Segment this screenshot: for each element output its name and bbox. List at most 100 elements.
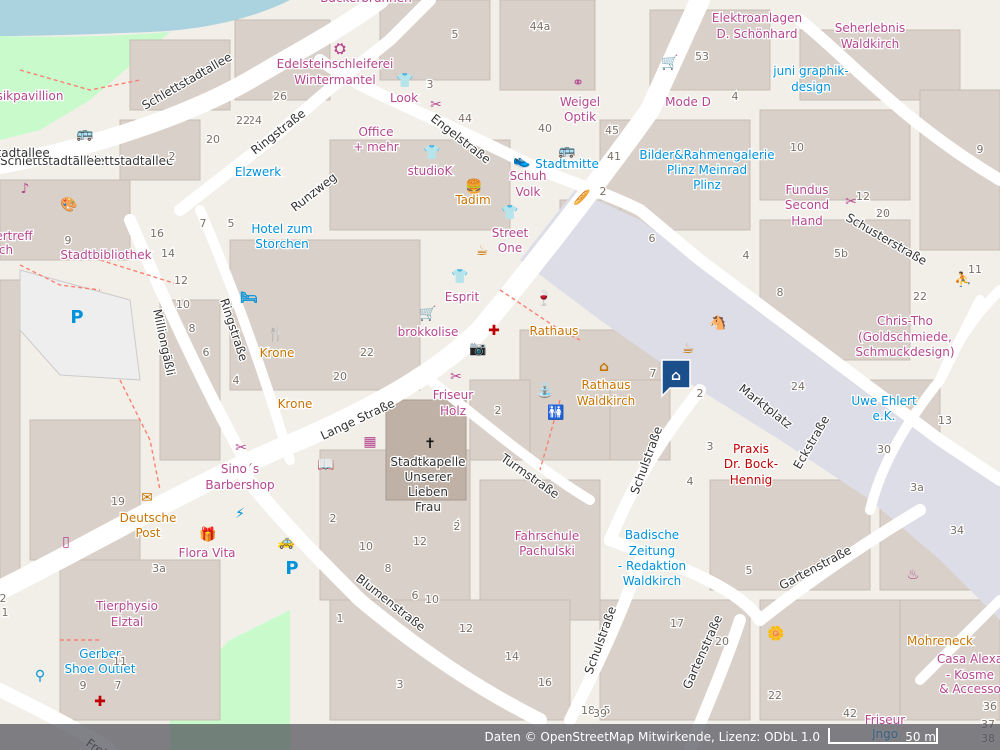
svg-text:✂: ✂: [235, 440, 247, 456]
post-box-icon[interactable]: ⚲: [35, 668, 45, 684]
house-number: 39: [593, 707, 607, 720]
furniture-icon[interactable]: ✂: [845, 194, 857, 210]
house-number: 1: [337, 612, 344, 625]
bakery-icon[interactable]: 🥖: [573, 189, 590, 206]
newspaper-icon[interactable]: ▦: [363, 434, 376, 450]
poi-label: Friseur: [433, 388, 474, 402]
poi-label: - Kosme: [946, 668, 994, 682]
svg-text:🛒: 🛒: [419, 305, 436, 322]
svg-text:🐴: 🐴: [709, 314, 726, 331]
drinking-water-icon[interactable]: ⛲: [536, 382, 553, 399]
poi-label: Hotel zum: [251, 222, 312, 236]
poi-label: studioK: [408, 164, 454, 178]
fire-icon[interactable]: ♨: [907, 567, 920, 583]
hospital-icon[interactable]: ✚: [94, 694, 106, 710]
playground-icon[interactable]: ⛹: [954, 270, 971, 288]
house-number: 4: [743, 249, 750, 262]
house-number: 45: [605, 124, 619, 137]
charging-icon[interactable]: ⚡: [235, 506, 245, 522]
house-number: 14: [505, 650, 519, 663]
poi-label: Look: [390, 91, 418, 105]
poi-label: - Redaktion: [618, 559, 686, 573]
poi-label: Mohreneck: [907, 634, 973, 648]
cafe-icon[interactable]: ☕: [682, 341, 695, 357]
jewelry-icon[interactable]: ⛭: [334, 41, 346, 57]
clothes-icon[interactable]: 👕: [451, 269, 468, 285]
poi-label: Krone: [278, 397, 313, 411]
poi-label: Mode D: [665, 95, 711, 109]
poi-label: Bilder&Rahmengalerie: [639, 148, 774, 162]
poi-label: Elektroanlagen: [712, 11, 802, 25]
post-office-icon[interactable]: ✉: [141, 490, 153, 506]
clothes-icon[interactable]: 👕: [501, 205, 518, 221]
svg-text:🚻: 🚻: [547, 404, 564, 421]
cafe-icon[interactable]: ☕: [476, 243, 489, 259]
house-number: 9: [80, 679, 87, 692]
house-number: 2: [697, 387, 704, 400]
house-number: 10: [425, 593, 439, 606]
hairdresser-icon[interactable]: ✂: [430, 97, 442, 113]
shopping-cart-icon[interactable]: 🛒: [661, 54, 678, 71]
picnic-icon[interactable]: 🍷: [535, 290, 552, 307]
attribution-text[interactable]: Daten © OpenStreetMap Mitwirkende, Lizen…: [484, 730, 820, 744]
bus-stop-icon[interactable]: 🚌: [76, 126, 94, 142]
house-number: 53: [695, 50, 709, 63]
map-canvas[interactable]: Schlettstadtallee Schlettstadtallee Schlet…: [0, 0, 1000, 750]
mobile-phone-icon[interactable]: ▯: [62, 534, 70, 550]
home-marker-icon[interactable]: ⌂: [661, 359, 691, 398]
parking-icon[interactable]: P: [285, 558, 298, 579]
house-number: 22: [236, 114, 250, 127]
house-number: 3a: [152, 562, 166, 575]
shopping-cart-icon[interactable]: 🛒: [419, 305, 436, 322]
restaurant-icon[interactable]: 🍴: [267, 326, 284, 343]
clothes-icon[interactable]: 👕: [423, 145, 440, 161]
pharmacy-icon[interactable]: ✚: [488, 323, 500, 339]
toilets-icon[interactable]: 🚻: [547, 404, 564, 421]
attribution-bar: Daten © OpenStreetMap Mitwirkende, Lizen…: [0, 724, 1000, 750]
house-number: 4: [687, 475, 694, 488]
taxi-icon[interactable]: 🚕: [277, 534, 294, 550]
svg-text:🛏: 🛏: [240, 290, 258, 306]
gift-icon[interactable]: 🎁: [199, 526, 216, 543]
bus-stop-icon[interactable]: 🚌: [558, 143, 576, 159]
poi-label: + mehr: [353, 140, 399, 154]
svg-text:P: P: [70, 307, 83, 328]
arts-icon[interactable]: 🎨: [60, 195, 77, 213]
church-icon[interactable]: ✝: [424, 436, 436, 452]
parking-icon[interactable]: P: [70, 307, 83, 328]
toys-icon[interactable]: 🐴: [709, 314, 726, 331]
camera-icon[interactable]: 📷: [469, 341, 486, 357]
optician-icon[interactable]: ⚭: [572, 75, 584, 91]
shoe-icon[interactable]: 👟: [513, 153, 531, 169]
house-number: 20: [206, 133, 220, 146]
hairdresser-icon[interactable]: ✂: [450, 369, 462, 385]
house-number: 40: [538, 122, 552, 135]
florist-icon[interactable]: 🌼: [767, 625, 784, 642]
hotel-icon[interactable]: 🛏: [240, 290, 258, 306]
house-number: 12: [459, 622, 473, 635]
music-icon[interactable]: ♪: [21, 181, 30, 197]
poi-label: Flora Vita: [178, 546, 235, 560]
poi-label: ch: [0, 243, 13, 257]
house-number: 19: [111, 495, 125, 508]
poi-label: Krone: [260, 346, 295, 360]
house-number: 20: [715, 635, 729, 648]
poi-label: Elzwerk: [235, 165, 281, 179]
svg-text:✂: ✂: [450, 369, 462, 385]
house-number: 5: [452, 28, 459, 41]
svg-text:🚌: 🚌: [558, 143, 576, 159]
fast-food-icon[interactable]: 🍔: [465, 178, 482, 195]
house-number: 24: [248, 114, 262, 127]
townhall-icon[interactable]: ⌂: [599, 359, 609, 375]
poi-label: Deutsche: [120, 511, 177, 525]
poi-label: Casa Alexa: [937, 652, 1000, 666]
poi-label: Barbershop: [205, 478, 274, 492]
poi-label: Weigel: [560, 95, 600, 109]
hairdresser-icon[interactable]: ✂: [235, 440, 247, 456]
clothes-icon[interactable]: 👕: [396, 73, 413, 89]
library-icon[interactable]: 📖: [317, 457, 334, 473]
svg-text:⚭: ⚭: [572, 75, 584, 91]
house-number: 17: [670, 617, 684, 630]
house-number: 6: [203, 346, 210, 359]
poi-label: Second: [785, 198, 829, 212]
